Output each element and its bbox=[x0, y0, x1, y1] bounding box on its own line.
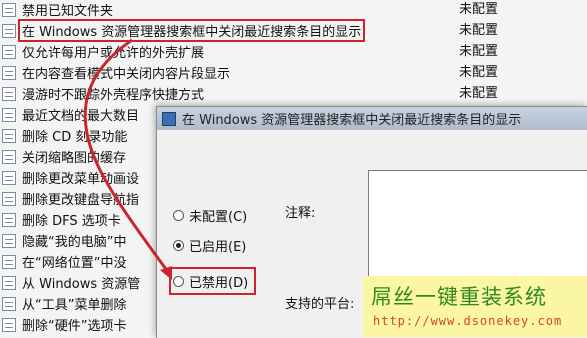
policy-label: 最近文档的最大数目 bbox=[22, 109, 140, 124]
comment-textarea[interactable] bbox=[368, 170, 587, 285]
policy-setting-icon bbox=[2, 44, 16, 59]
radio-enabled[interactable]: 已启用(E) bbox=[173, 235, 246, 255]
policy-label: 删除 CD 刻录功能 bbox=[22, 130, 128, 145]
policy-setting-icon bbox=[2, 170, 16, 185]
policy-setting-icon bbox=[2, 296, 16, 311]
policy-label: 在内容查看模式中关闭内容片段显示 bbox=[22, 67, 231, 82]
policy-label: 删除更改菜单动画设 bbox=[22, 172, 140, 187]
policy-status: 未配置 bbox=[459, 23, 499, 38]
dialog-title: 在 Windows 资源管理器搜索框中关闭最近搜索条目的显示 bbox=[182, 113, 522, 128]
policy-row[interactable]: 漫游时不跟踪外壳程序快捷方式 未配置 bbox=[0, 84, 587, 103]
policy-status: 未配置 bbox=[459, 65, 499, 80]
comment-label: 注释: bbox=[285, 206, 316, 221]
policy-label: 删除“硬件”选项卡 bbox=[22, 319, 127, 334]
policy-setting-icon bbox=[2, 191, 16, 206]
policy-status: 未配置 bbox=[459, 44, 499, 59]
policy-setting-icon bbox=[2, 317, 16, 332]
policy-setting-icon bbox=[2, 23, 16, 38]
radio-indicator bbox=[173, 209, 184, 221]
policy-label: 关闭缩略图的缓存 bbox=[22, 151, 127, 166]
policy-row[interactable]: 仅允许每用户或允许的外壳扩展 未配置 bbox=[0, 42, 587, 61]
watermark-title: 屌丝一键重装系统 bbox=[371, 285, 547, 309]
policy-label: 仅允许每用户或允许的外壳扩展 bbox=[22, 46, 205, 61]
radio-label: 已启用(E) bbox=[189, 239, 247, 255]
policy-label: 从 Windows 资源管 bbox=[22, 277, 141, 292]
policy-label: 禁用已知文件夹 bbox=[22, 4, 114, 19]
policy-setting-icon bbox=[2, 149, 16, 164]
policy-setting-icon bbox=[2, 107, 16, 122]
watermark-url: http://www.dsonekey.com bbox=[373, 314, 563, 328]
policy-label: 在 Windows 资源管理器搜索框中关闭最近搜索条目的显示 bbox=[17, 19, 366, 42]
policy-setting-icon bbox=[2, 128, 16, 143]
policy-label: 删除更改键盘导航指 bbox=[22, 193, 140, 208]
radio-label: 已禁用(D) bbox=[189, 275, 249, 291]
policy-status: 未配置 bbox=[459, 86, 499, 101]
supported-platform-label: 支持的平台: bbox=[285, 297, 355, 312]
policy-setting-icon bbox=[2, 65, 16, 80]
policy-label: 隐藏“我的电脑”中 bbox=[22, 235, 127, 250]
policy-label: 从“工具”菜单删除 bbox=[22, 298, 127, 313]
radio-label: 未配置(C) bbox=[189, 209, 248, 225]
policy-label: 删除 DFS 选项卡 bbox=[22, 214, 121, 229]
policy-setting-icon bbox=[2, 212, 16, 227]
policy-setting-icon bbox=[2, 254, 16, 269]
policy-row[interactable]: 禁用已知文件夹 未配置 bbox=[0, 0, 587, 19]
policy-setting-icon bbox=[2, 233, 16, 248]
policy-row-selected[interactable]: 在 Windows 资源管理器搜索框中关闭最近搜索条目的显示 未配置 bbox=[0, 19, 587, 42]
watermark-banner: 屌丝一键重装系统 http://www.dsonekey.com bbox=[363, 276, 587, 337]
policy-setting-icon bbox=[2, 86, 16, 101]
policy-row[interactable]: 在内容查看模式中关闭内容片段显示 未配置 bbox=[0, 63, 587, 82]
radio-indicator-checked bbox=[173, 239, 184, 251]
policy-label: 在“网络位置”中没 bbox=[22, 256, 127, 271]
radio-indicator bbox=[173, 275, 184, 287]
policy-setting-icon bbox=[2, 275, 16, 290]
policy-setting-icon bbox=[2, 2, 16, 17]
policy-window-icon bbox=[162, 111, 176, 126]
radio-not-configured[interactable]: 未配置(C) bbox=[173, 205, 247, 225]
dialog-titlebar[interactable]: 在 Windows 资源管理器搜索框中关闭最近搜索条目的显示 bbox=[157, 107, 587, 130]
policy-status: 未配置 bbox=[459, 2, 499, 17]
policy-label: 漫游时不跟踪外壳程序快捷方式 bbox=[22, 88, 205, 103]
radio-disabled[interactable]: 已禁用(D) bbox=[168, 267, 257, 295]
